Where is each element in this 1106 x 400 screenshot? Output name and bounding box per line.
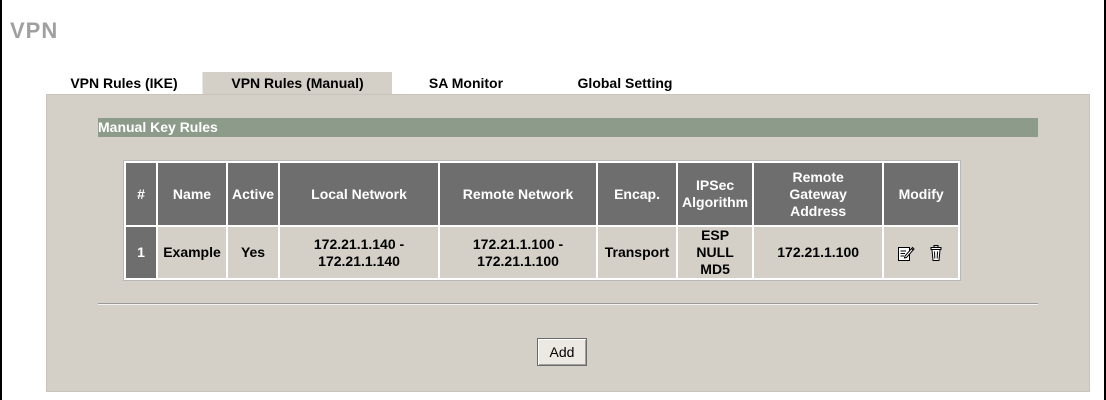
row-active: Yes (228, 227, 279, 278)
row-ipsec-algorithm: ESP NULL MD5 (678, 227, 753, 278)
section-header: Manual Key Rules (98, 118, 1038, 137)
header-gw-line1: Remote (792, 168, 844, 185)
header-name: Name (158, 163, 226, 225)
tab-sa-monitor[interactable]: SA Monitor (392, 72, 540, 94)
header-ipsec-line1: IPSec (696, 177, 735, 193)
header-encap: Encap. (598, 163, 677, 225)
header-active: Active (228, 163, 279, 225)
row-name: Example (158, 227, 226, 278)
header-gw-line3: Address (790, 202, 847, 219)
header-local-network: Local Network (280, 163, 439, 225)
header-num: # (126, 163, 156, 225)
row-local-line1: 172.21.1.140 - (313, 235, 405, 252)
header-ipsec-line2: Algorithm (682, 194, 749, 210)
header-gw-line2: Gateway (789, 185, 847, 202)
manual-key-rules-table: # Name Active Local Network Remote Netwo… (123, 160, 962, 281)
row-remote-line1: 172.21.1.100 - (472, 235, 564, 252)
row-algo-line2: MD5 (700, 261, 730, 277)
trash-icon[interactable] (927, 244, 945, 262)
header-modify: Modify (884, 163, 959, 225)
header-remote-network: Remote Network (440, 163, 597, 225)
row-local-network: 172.21.1.140 - 172.21.1.140 (280, 227, 439, 278)
tab-vpn-rules-ike[interactable]: VPN Rules (IKE) (46, 72, 202, 94)
table-row: 1 Example Yes 172.21.1.140 - 172.21.1.14… (126, 227, 959, 278)
row-local-line2: 172.21.1.140 (318, 252, 400, 269)
row-modify (884, 227, 959, 278)
row-remote-gateway: 172.21.1.100 (754, 227, 883, 278)
add-button[interactable]: Add (537, 338, 587, 366)
table-header-row: # Name Active Local Network Remote Netwo… (126, 163, 959, 225)
row-remote-network: 172.21.1.100 - 172.21.1.100 (440, 227, 597, 278)
page-title: VPN (10, 18, 59, 43)
separator-line (98, 303, 1038, 305)
section-title: Manual Key Rules (98, 119, 218, 135)
row-num: 1 (126, 227, 156, 278)
edit-icon[interactable] (897, 244, 915, 262)
row-encap: Transport (598, 227, 677, 278)
tab-vpn-rules-manual[interactable]: VPN Rules (Manual) (202, 72, 392, 94)
row-remote-line2: 172.21.1.100 (477, 252, 559, 269)
tab-global-setting[interactable]: Global Setting (540, 72, 710, 94)
row-algo-line1: ESP NULL (696, 227, 734, 260)
header-ipsec-algorithm: IPSec Algorithm (678, 163, 753, 225)
tab-bar: VPN Rules (IKE) VPN Rules (Manual) SA Mo… (46, 72, 710, 94)
header-remote-gateway: Remote Gateway Address (754, 163, 883, 225)
window-border-left (0, 0, 2, 400)
